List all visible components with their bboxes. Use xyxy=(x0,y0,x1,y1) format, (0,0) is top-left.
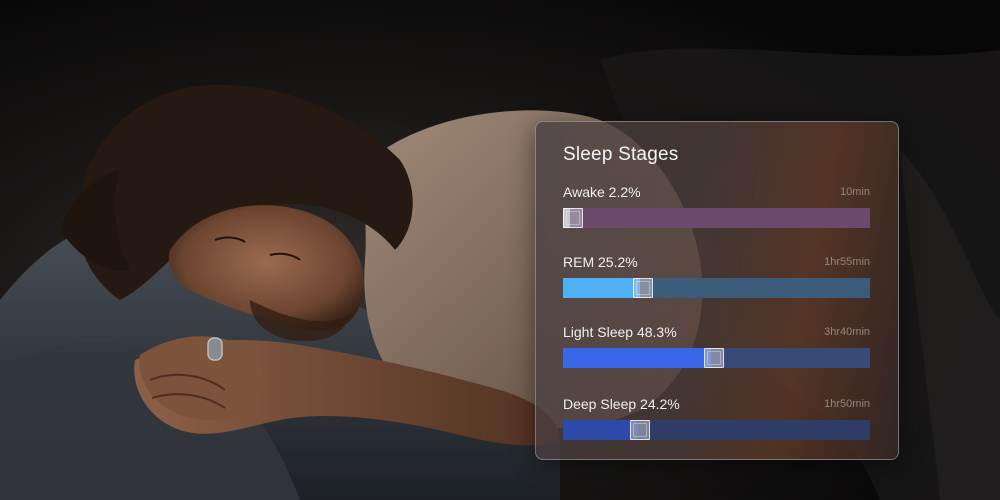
stage-rem: REM 25.2% 1hr55min xyxy=(563,254,870,304)
stage-label: Deep Sleep 24.2% xyxy=(563,396,680,412)
stage-duration: 10min xyxy=(840,186,870,198)
stage-duration: 1hr50min xyxy=(824,398,870,410)
stage-light-sleep: Light Sleep 48.3% 3hr40min xyxy=(563,324,870,374)
stage-awake: Awake 2.2% 10min xyxy=(563,184,870,234)
stage-label: Light Sleep 48.3% xyxy=(563,324,677,340)
stage-fill xyxy=(563,420,637,440)
stage-label: REM 25.2% xyxy=(563,254,638,270)
stage-track xyxy=(563,420,870,440)
stage-duration: 1hr55min xyxy=(824,256,870,268)
stage-handle[interactable] xyxy=(704,348,724,368)
sleep-stages-panel: Sleep Stages Awake 2.2% 10min REM 25.2% … xyxy=(535,121,899,460)
sleep-scene: Sleep Stages Awake 2.2% 10min REM 25.2% … xyxy=(0,0,1000,500)
stage-track xyxy=(563,278,870,298)
stage-fill xyxy=(563,348,711,368)
panel-title: Sleep Stages xyxy=(563,144,679,165)
stage-fill xyxy=(563,278,640,298)
stage-duration: 3hr40min xyxy=(824,326,870,338)
stage-handle[interactable] xyxy=(633,278,653,298)
stage-deep-sleep: Deep Sleep 24.2% 1hr50min xyxy=(563,396,870,446)
stage-track xyxy=(563,208,870,228)
stage-track xyxy=(563,348,870,368)
stage-label: Awake 2.2% xyxy=(563,184,641,200)
stage-handle[interactable] xyxy=(563,208,583,228)
stage-handle[interactable] xyxy=(630,420,650,440)
